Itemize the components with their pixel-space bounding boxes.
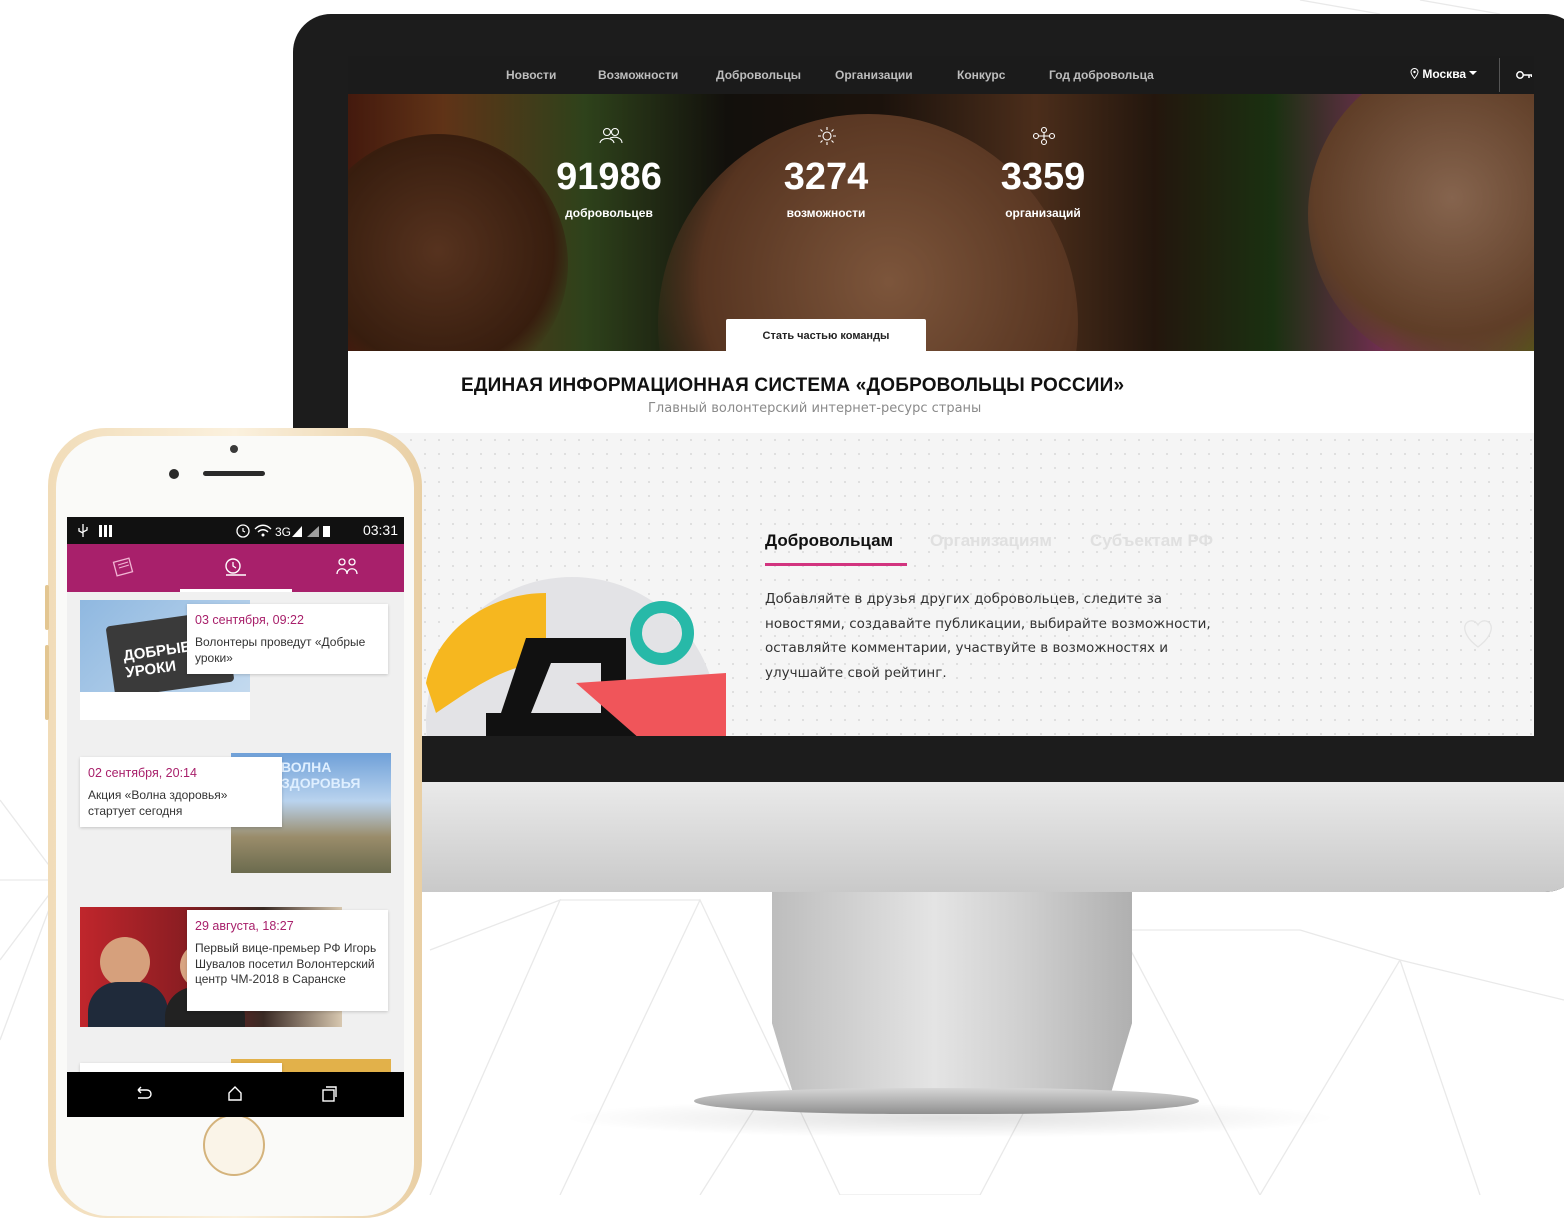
nav-item-volunteers[interactable]: Добровольцы [716,68,801,82]
tab-volunteers[interactable]: Добровольцам [765,531,893,551]
phone-sensor [169,469,179,479]
phone-screen: 3G 03:31 ДОБРЫЕ УРОКИ 03 сентября, 09:22… [67,517,404,1117]
nav-item-organizations[interactable]: Организации [835,68,913,82]
news-card[interactable]: 03 сентября, 09:22 Волонтеры проведут «Д… [187,604,388,674]
opportunities-icon[interactable] [222,556,248,578]
key-icon[interactable] [1516,66,1532,84]
usb-icon [78,524,112,537]
nav-item-opportunities[interactable]: Возможности [598,68,678,82]
news-title: Акция «Волна здоровья» стартует сегодня [88,788,228,818]
nav-divider [1499,58,1500,92]
content-section: Добровольцам Организациям Субъектам РФ Д… [348,433,1534,736]
monitor-screen: Новости Возможности Добровольцы Организа… [348,56,1534,736]
status-icons: 3G [236,524,330,539]
phone-volume-up [45,585,49,630]
phone-volume-down [45,645,49,720]
active-tab-underline [765,563,907,566]
top-navigation: Новости Возможности Добровольцы Организа… [348,56,1534,94]
nav-item-year-of-volunteer[interactable]: Год добровольца [1049,68,1154,82]
city-selector[interactable]: Москва [1410,67,1478,81]
news-icon[interactable] [110,556,136,578]
join-team-button[interactable]: Стать частью команды [726,319,926,351]
phone-speaker [203,471,265,476]
sun-icon [818,127,836,145]
stat-organizations-label: организаций [1005,206,1081,220]
home-icon[interactable] [225,1084,245,1104]
news-card[interactable]: 02 сентября, 20:14 Акция «Волна здоровья… [80,757,282,827]
stat-volunteers-label: добровольцев [565,206,653,220]
news-date: 02 сентября, 20:14 [88,766,197,780]
news-title: Волонтеры проведут «Добрые уроки» [195,635,366,665]
monitor-chin [293,782,1564,892]
status-time: 03:31 [362,522,398,538]
stat-organizations-value: 3359 [1000,156,1086,198]
svg-text:3G: 3G [275,525,291,539]
phone-home-button[interactable] [203,1114,265,1176]
phone-tab-bar [67,544,404,592]
news-date: 03 сентября, 09:22 [195,613,304,627]
stat-opportunities-value: 3274 [783,156,869,198]
nav-item-contest[interactable]: Конкурс [957,68,1005,82]
title-section: ЕДИНАЯ ИНФОРМАЦИОННАЯ СИСТЕМА «ДОБРОВОЛЬ… [348,351,1534,433]
d-letter-illustration [426,577,726,736]
city-label: Москва [1422,67,1467,81]
phone-tab-indicator [180,589,292,592]
monitor-stand [772,890,1132,1095]
location-pin-icon [1410,68,1419,80]
nav-item-news[interactable]: Новости [506,68,556,82]
page-title: ЕДИНАЯ ИНФОРМАЦИОННАЯ СИСТЕМА «ДОБРОВОЛЬ… [461,375,1125,396]
people-icon[interactable] [334,556,360,578]
page-subtitle: Главный волонтерский интернет-ресурс стр… [648,401,982,416]
monitor-stand-base [694,1088,1199,1114]
chevron-down-icon [1469,71,1478,75]
recents-icon[interactable] [319,1084,339,1104]
network-icon [1032,126,1056,146]
phone-status-bar: 3G 03:31 [67,517,404,544]
news-date: 29 августа, 18:27 [195,919,294,933]
news-title: Первый вице-премьер РФ Игорь Шувалов пос… [195,941,377,986]
stat-volunteers-value: 91986 [556,156,662,198]
people-icon [599,127,623,144]
back-icon[interactable] [133,1084,153,1104]
news-image-caption: ВОЛНА ЗДОРОВЬЯ [281,759,361,791]
hero-banner: 91986 добровольцев 3274 возможности 3359… [348,94,1534,351]
tab-organizations[interactable]: Организациям [930,531,1052,551]
phone-nav-bar [67,1072,404,1117]
stat-opportunities-label: возможности [786,206,866,220]
tab-description: Добавляйте в друзья других добровольцев,… [765,591,1211,681]
heart-outline-icon [1464,620,1492,648]
news-card[interactable]: 29 августа, 18:27 Первый вице-премьер РФ… [187,910,388,1011]
tab-regions[interactable]: Субъектам РФ [1090,531,1213,551]
phone-camera [230,445,238,453]
hero-overlay [348,94,1534,351]
